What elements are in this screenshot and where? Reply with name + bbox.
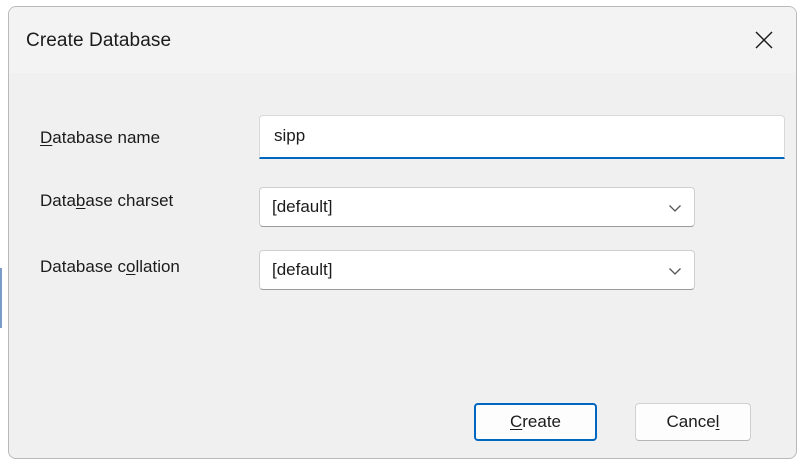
database-collation-value: [default] [272, 260, 333, 279]
database-name-label: Database name [40, 128, 161, 147]
close-button[interactable] [732, 7, 796, 73]
database-charset-label: Database charset [40, 191, 174, 210]
dialog-title: Create Database [26, 30, 172, 51]
database-name-input[interactable]: sipp [259, 115, 785, 159]
chevron-down-icon [669, 205, 681, 212]
cancel-button[interactable]: Cance l [635, 403, 751, 441]
database-name-value: sipp [274, 126, 306, 145]
title-bar[interactable]: Create Database [9, 7, 796, 73]
database-collation-label: Database collation [40, 257, 180, 276]
database-charset-value: [default] [272, 197, 333, 216]
chevron-down-icon [669, 268, 681, 275]
background-window-edge [0, 268, 2, 328]
close-icon [755, 31, 773, 49]
create-button[interactable]: Create [474, 403, 597, 441]
database-charset-select[interactable]: [default] [259, 187, 695, 227]
database-collation-select[interactable]: [default] [259, 250, 695, 290]
create-database-dialog: Create Database Database name sipp Datab… [8, 6, 797, 459]
